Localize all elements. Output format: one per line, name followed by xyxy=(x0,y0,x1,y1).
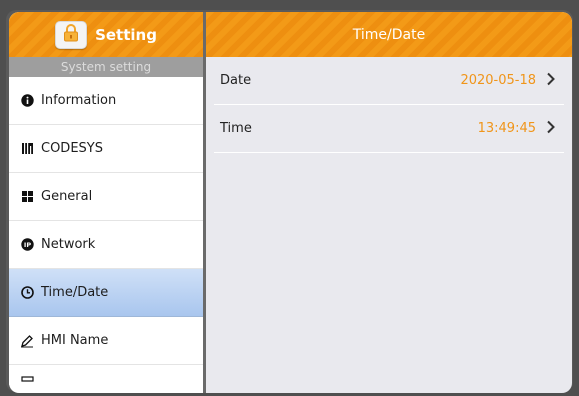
sidebar-item-hmi-name[interactable]: HMI Name xyxy=(9,317,203,365)
time-value: 13:49:45 xyxy=(477,121,536,136)
sidebar-item-information[interactable]: Information xyxy=(9,77,203,125)
sidebar-item-timedate[interactable]: Time/Date xyxy=(9,269,203,317)
sidebar-title: Setting xyxy=(95,25,157,44)
sidebar: Setting System setting Information CODES… xyxy=(9,12,203,393)
time-row[interactable]: Time 13:49:45 xyxy=(214,105,564,153)
time-label: Time xyxy=(220,121,252,136)
sidebar-item-general[interactable]: General xyxy=(9,173,203,221)
lock-icon xyxy=(63,23,79,46)
ip-icon: IP xyxy=(20,238,34,252)
sidebar-item-label: Information xyxy=(41,93,117,108)
pen-icon xyxy=(20,334,34,348)
sidebar-item-network[interactable]: IP Network xyxy=(9,221,203,269)
info-icon xyxy=(20,94,34,108)
section-label: System setting xyxy=(9,57,203,77)
partial-icon xyxy=(20,368,34,382)
sidebar-header: Setting xyxy=(9,12,203,57)
grid-icon xyxy=(20,190,34,204)
chevron-right-icon xyxy=(546,120,556,138)
clock-icon xyxy=(20,286,34,300)
sidebar-item-partial[interactable] xyxy=(9,365,203,385)
codesys-icon xyxy=(20,142,34,156)
svg-text:IP: IP xyxy=(23,241,30,249)
sidebar-item-label: Network xyxy=(41,237,96,252)
sidebar-item-codesys[interactable]: CODESYS xyxy=(9,125,203,173)
sidebar-item-label: HMI Name xyxy=(41,333,109,348)
sidebar-item-label: CODESYS xyxy=(41,141,103,156)
chevron-right-icon xyxy=(546,72,556,90)
date-label: Date xyxy=(220,73,252,88)
content-panel: Time/Date Date 2020-05-18 Time 13:49:45 xyxy=(206,12,572,393)
date-value: 2020-05-18 xyxy=(460,73,536,88)
date-row[interactable]: Date 2020-05-18 xyxy=(214,57,564,105)
sidebar-item-label: Time/Date xyxy=(41,285,109,300)
page-title: Time/Date xyxy=(206,12,572,57)
sidebar-item-label: General xyxy=(41,189,93,204)
lock-button[interactable] xyxy=(55,20,88,49)
